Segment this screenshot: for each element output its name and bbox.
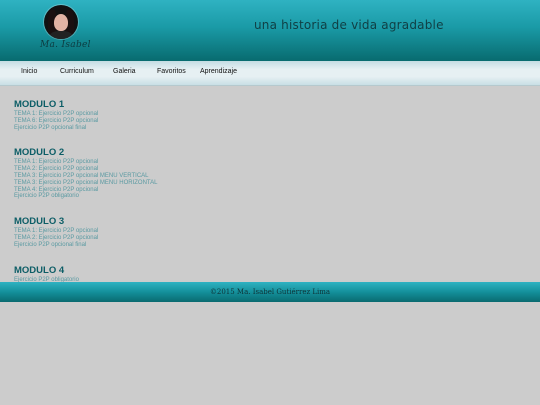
module-2-link[interactable]: TEMA 3: Ejercicio P2P opcional MENU HORI… bbox=[14, 180, 514, 187]
module-3-link[interactable]: TEMA 1: Ejercicio P2P opcional bbox=[14, 228, 514, 235]
main-content: MODULO 1 TEMA 1: Ejercicio P2P opcional … bbox=[14, 99, 514, 299]
nav-item-aprendizaje[interactable]: Aprendizaje bbox=[200, 68, 237, 75]
nav-item-inicio[interactable]: Inicio bbox=[21, 68, 37, 75]
nav-item-favoritos[interactable]: Favoritos bbox=[157, 68, 186, 75]
module-1-title: MODULO 1 bbox=[14, 99, 65, 110]
module-3-link[interactable]: TEMA 2: Ejercicio P2P opcional bbox=[14, 235, 514, 242]
main-nav: Inicio Curriculum Galeria Favoritos Apre… bbox=[0, 61, 540, 86]
avatar-body bbox=[50, 31, 72, 39]
module-4-section: MODULO 4 Ejercicio P2P obligatorio bbox=[14, 265, 514, 284]
module-1-link[interactable]: Ejercicio P2P opcional final bbox=[14, 125, 514, 132]
module-2-link[interactable]: Ejercicio P2P obligatorio bbox=[14, 193, 514, 200]
module-2-link[interactable]: TEMA 4: Ejercicio P2P opcional bbox=[14, 187, 514, 194]
site-tagline: una historia de vida agradable bbox=[254, 18, 444, 32]
avatar bbox=[44, 5, 78, 39]
module-2-section: MODULO 2 TEMA 1: Ejercicio P2P opcional … bbox=[14, 147, 514, 200]
footer-copyright: ©2015 Ma. Isabel Gutiérrez Lima bbox=[209, 288, 331, 296]
module-2-link[interactable]: TEMA 2: Ejercicio P2P opcional bbox=[14, 166, 514, 173]
site-header: Ma. Isabel una historia de vida agradabl… bbox=[0, 0, 540, 61]
avatar-face bbox=[54, 14, 68, 31]
site-footer: ©2015 Ma. Isabel Gutiérrez Lima bbox=[0, 282, 540, 302]
nav-item-galeria[interactable]: Galeria bbox=[113, 68, 136, 75]
module-3-section: MODULO 3 TEMA 1: Ejercicio P2P opcional … bbox=[14, 216, 514, 248]
module-1-section: MODULO 1 TEMA 1: Ejercicio P2P opcional … bbox=[14, 99, 514, 131]
nav-item-curriculum[interactable]: Curriculum bbox=[60, 68, 94, 75]
module-2-link[interactable]: TEMA 1: Ejercicio P2P opcional bbox=[14, 159, 514, 166]
module-2-link[interactable]: TEMA 3: Ejercicio P2P opcional MENU VERT… bbox=[14, 173, 514, 180]
module-1-link[interactable]: TEMA 1: Ejercicio P2P opcional bbox=[14, 111, 514, 118]
module-3-title: MODULO 3 bbox=[14, 216, 65, 228]
module-2-title: MODULO 2 bbox=[14, 147, 65, 159]
module-4-title: MODULO 4 bbox=[14, 264, 65, 276]
signature-logo: Ma. Isabel bbox=[40, 40, 91, 50]
module-3-link[interactable]: Ejercicio P2P opcional final bbox=[14, 242, 514, 249]
module-1-link[interactable]: TEMA 6: Ejercicio P2P opcional bbox=[14, 118, 514, 125]
